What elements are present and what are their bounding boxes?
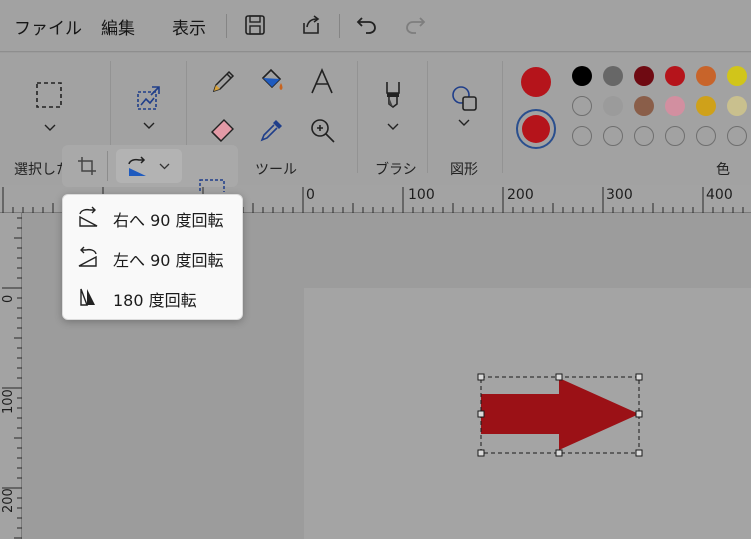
fill-bucket-icon[interactable] — [257, 66, 287, 96]
color-swatch[interactable] — [634, 96, 654, 116]
menu-separator — [339, 14, 340, 38]
color-swatch[interactable] — [696, 66, 716, 86]
selected-shape[interactable] — [470, 370, 650, 460]
chevron-down-icon[interactable] — [143, 122, 155, 130]
ruler-label: 100 — [408, 187, 435, 203]
flip-icon-partial[interactable] — [198, 178, 228, 192]
group-label-tools: ツール — [255, 162, 297, 178]
save-icon[interactable] — [242, 12, 268, 38]
rotate-180-icon — [80, 288, 95, 306]
ruler-label: 300 — [606, 187, 633, 203]
text-icon[interactable] — [307, 67, 337, 97]
color-swatch[interactable] — [727, 126, 747, 146]
rotate-menu: 右へ 90 度回転 左へ 90 度回転 180 度回転 — [62, 194, 243, 320]
color-swatch[interactable] — [696, 126, 716, 146]
color-swatch[interactable] — [572, 126, 592, 146]
ruler-label: 400 — [706, 187, 733, 203]
color-swatch[interactable] — [665, 66, 685, 86]
vertical-ruler: 0 100 200 — [0, 213, 22, 539]
color-swatch[interactable] — [727, 96, 747, 116]
menu-bar: ファイル 編集 表示 — [0, 0, 751, 52]
ribbon-separator — [427, 61, 428, 173]
image-resize-icon[interactable] — [133, 83, 163, 113]
chevron-down-icon — [159, 163, 170, 170]
menu-item-label: 右へ 90 度回転 — [113, 211, 224, 230]
color-swatch[interactable] — [603, 126, 623, 146]
magnifier-icon[interactable] — [308, 116, 338, 146]
shapes-icon[interactable] — [450, 84, 480, 114]
color-swatch[interactable] — [665, 126, 685, 146]
group-label-shapes: 図形 — [450, 162, 478, 178]
share-icon[interactable] — [298, 12, 324, 38]
pencil-icon[interactable] — [208, 67, 238, 97]
menu-item-label: 左へ 90 度回転 — [113, 251, 224, 270]
menu-item-rotate-180[interactable]: 180 度回転 — [67, 279, 240, 315]
rotate-right-icon — [79, 206, 98, 227]
ribbon-separator — [502, 61, 503, 173]
group-label-brush: ブラシ — [375, 162, 417, 178]
ruler-label: 0 — [1, 294, 16, 303]
undo-icon[interactable] — [354, 12, 380, 38]
secondary-color[interactable] — [522, 115, 550, 143]
ruler-label: 200 — [1, 488, 16, 513]
ribbon-separator — [357, 61, 358, 173]
brush-icon[interactable] — [378, 79, 408, 109]
selection-icon[interactable] — [34, 80, 64, 110]
chevron-down-icon[interactable] — [458, 119, 470, 127]
color-swatch[interactable] — [603, 66, 623, 86]
ruler-label: 100 — [1, 389, 16, 414]
menu-item-label: 180 度回転 — [113, 291, 197, 310]
arrow-right-shape[interactable] — [481, 378, 639, 450]
menu-file[interactable]: ファイル — [14, 14, 82, 39]
rotate-left-icon — [78, 246, 97, 267]
rotate-button[interactable] — [116, 149, 182, 183]
color-swatch[interactable] — [727, 66, 747, 86]
menu-item-rotate-right[interactable]: 右へ 90 度回転 — [67, 199, 240, 235]
crop-icon[interactable] — [76, 155, 98, 177]
ruler-label: 0 — [306, 187, 315, 203]
rotate-icon — [128, 156, 146, 176]
ruler-label: 200 — [507, 187, 534, 203]
group-label-colors: 色 — [716, 162, 730, 178]
redo-icon[interactable] — [402, 12, 428, 38]
chevron-down-icon[interactable] — [387, 123, 399, 131]
menu-separator — [226, 14, 227, 38]
primary-color[interactable] — [521, 67, 551, 97]
color-swatch[interactable] — [634, 126, 654, 146]
color-swatch[interactable] — [634, 66, 654, 86]
menu-edit[interactable]: 編集 — [101, 14, 135, 39]
eraser-icon[interactable] — [208, 115, 238, 145]
secondary-color-ring[interactable] — [516, 109, 556, 149]
menu-view[interactable]: 表示 — [172, 14, 206, 39]
chevron-down-icon[interactable] — [44, 124, 56, 132]
color-swatch[interactable] — [572, 66, 592, 86]
popup-separator — [107, 151, 108, 181]
color-picker-icon[interactable] — [257, 115, 287, 145]
color-swatch[interactable] — [603, 96, 623, 116]
menu-item-rotate-left[interactable]: 左へ 90 度回転 — [67, 239, 240, 275]
color-swatch[interactable] — [572, 96, 592, 116]
color-swatch[interactable] — [696, 96, 716, 116]
color-swatch[interactable] — [665, 96, 685, 116]
